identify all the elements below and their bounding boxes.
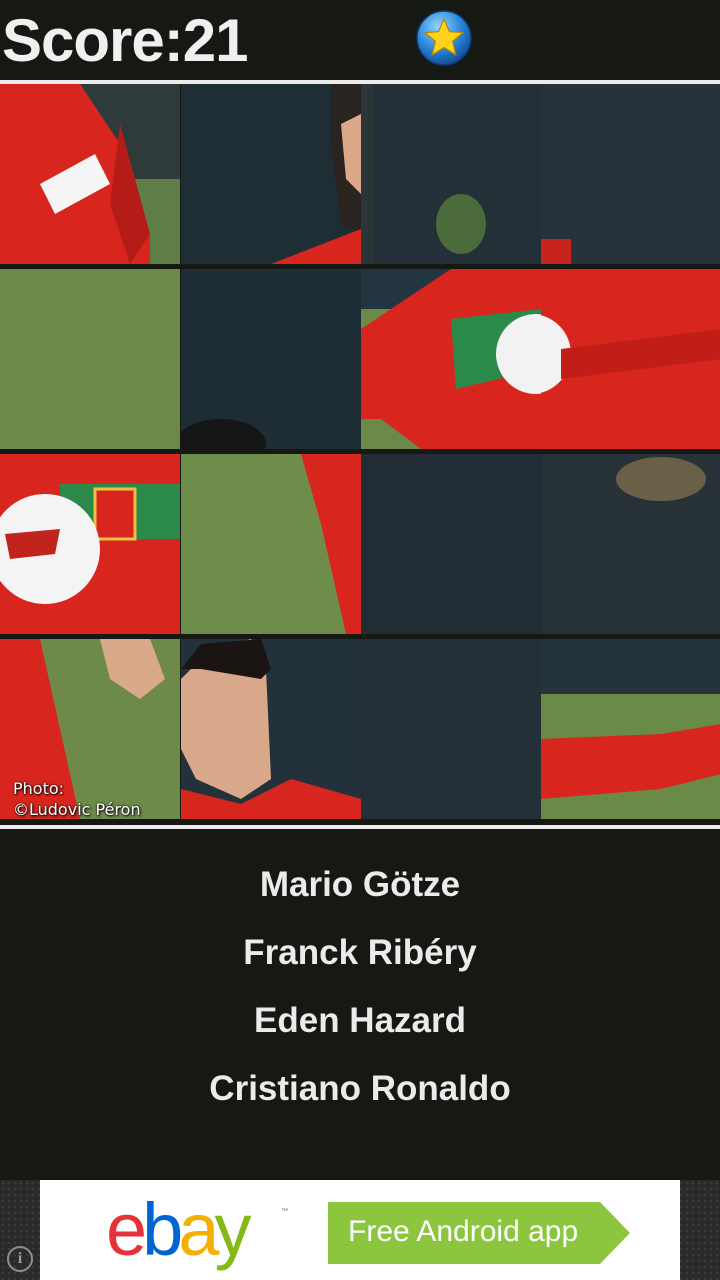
puzzle-tile[interactable] <box>361 84 541 264</box>
score-label: Score:21 <box>2 7 248 74</box>
info-icon[interactable]: i <box>7 1246 33 1272</box>
answer-list: Mario Götze Franck Ribéry Eden Hazard Cr… <box>0 830 720 1180</box>
puzzle-tile[interactable] <box>541 84 720 264</box>
ebay-logo: ebay <box>106 1188 251 1271</box>
puzzle-tile[interactable] <box>541 454 720 634</box>
puzzle-tile[interactable] <box>541 639 720 819</box>
divider-bottom <box>0 825 720 829</box>
puzzle-tile[interactable] <box>0 84 180 264</box>
puzzle-tile[interactable] <box>541 269 720 449</box>
puzzle-tile[interactable] <box>181 639 361 819</box>
puzzle-tile[interactable] <box>361 454 541 634</box>
star-icon[interactable] <box>415 9 473 67</box>
answer-option[interactable]: Mario Götze <box>0 863 720 907</box>
puzzle-tile[interactable] <box>181 269 361 449</box>
ad-banner[interactable]: ebay ™ Free Android app <box>40 1180 680 1280</box>
puzzle-grid: Photo: ©Ludovic Péron License: CC BY-SA … <box>0 84 720 882</box>
answer-option[interactable]: Eden Hazard <box>0 999 720 1043</box>
puzzle-tile[interactable] <box>361 269 541 449</box>
top-bar: Score:21 <box>0 0 720 80</box>
puzzle-tile[interactable] <box>181 84 361 264</box>
ad-cta-label: Free Android app <box>348 1215 579 1248</box>
trademark-mark: ™ <box>281 1208 288 1215</box>
answer-option[interactable]: Cristiano Ronaldo <box>0 1067 720 1111</box>
puzzle-tile[interactable] <box>181 454 361 634</box>
puzzle-tile[interactable] <box>0 269 180 449</box>
puzzle-tile[interactable] <box>0 454 180 634</box>
puzzle-tile[interactable] <box>361 639 541 819</box>
answer-option[interactable]: Franck Ribéry <box>0 931 720 975</box>
